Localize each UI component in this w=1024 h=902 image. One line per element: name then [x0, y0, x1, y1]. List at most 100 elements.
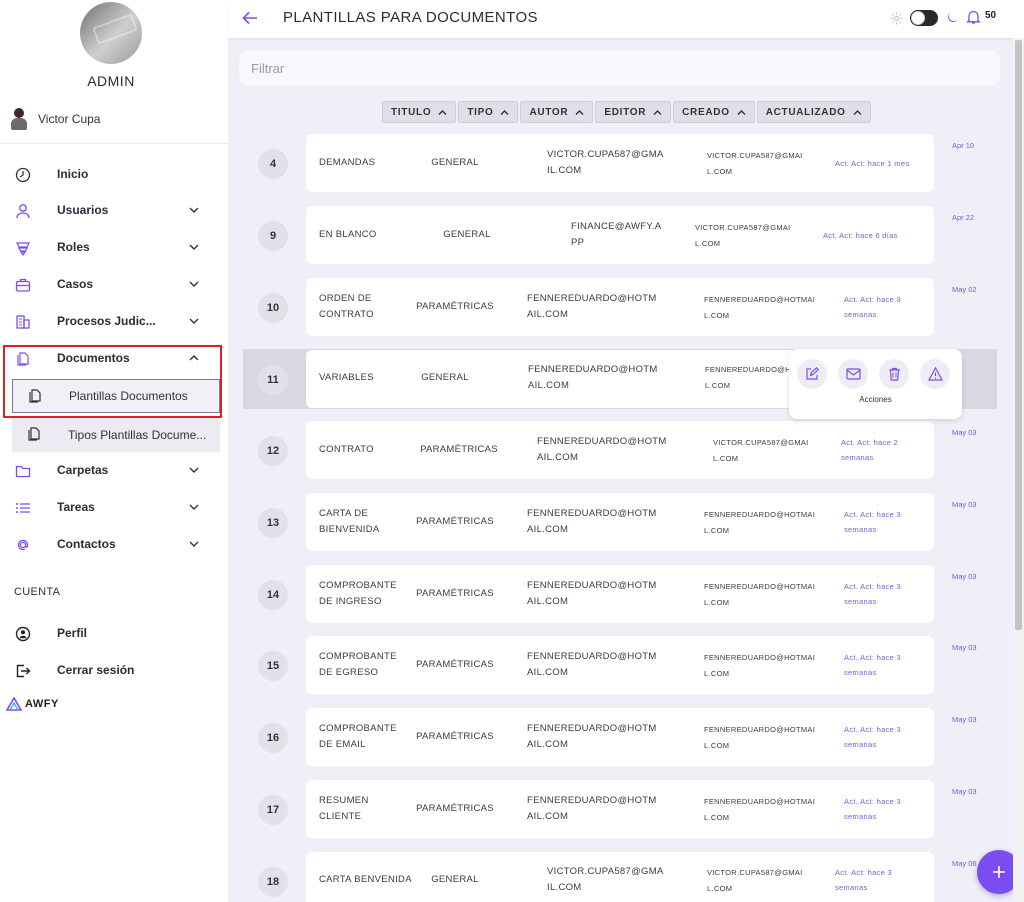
table-row[interactable]: 17 RESUMEN CLIENTE PARAMÉTRICAS FENNERED… [242, 779, 997, 839]
theme-toggle[interactable] [910, 10, 938, 26]
warning-button[interactable] [920, 359, 950, 389]
trash-icon [888, 367, 900, 381]
row-card[interactable]: CONTRATO PARAMÉTRICAS FENNEREDUARDO@HOTM… [306, 421, 934, 479]
row-card[interactable]: COMPROBANTE DE EMAIL PARAMÉTRICAS FENNER… [306, 708, 934, 766]
row-card[interactable]: ORDEN DE CONTRATO PARAMÉTRICAS FENNEREDU… [306, 278, 934, 336]
cell-title: COMPROBANTE DE EMAIL [319, 723, 397, 750]
scrollbar[interactable] [1013, 38, 1024, 902]
sub-item-tipos-plantillas[interactable]: Tipos Plantillas Docume... [12, 418, 220, 452]
warning-icon [927, 367, 943, 381]
sort-actualizado-button[interactable]: ACTUALIZADO [756, 101, 871, 123]
table-row[interactable]: 9 EN BLANCO GENERAL FINANCE@AWFY.APP VIC… [242, 205, 997, 265]
row-card[interactable]: COMPROBANTE DE INGRESO PARAMÉTRICAS FENN… [306, 565, 934, 623]
cell-autor: FENNEREDUARDO@HOTMAIL.COM [527, 723, 657, 750]
cell-tipo: PARAMÉTRICAS [416, 659, 494, 670]
nav-item-contactos[interactable]: Contactos [0, 527, 222, 561]
cell-updated: Act. Act: hace 3 semanas [844, 510, 901, 534]
table-row[interactable]: 10 ORDEN DE CONTRATO PARAMÉTRICAS FENNER… [242, 277, 997, 337]
cell-autor: FENNEREDUARDO@HOTMAIL.COM [527, 795, 657, 822]
cell-updated: Act. Act: hace 3 semanas [844, 725, 901, 749]
table-row[interactable]: 4 DEMANDAS GENERAL VICTOR.CUPA587@GMAIL.… [242, 133, 997, 193]
cell-editor: VICTOR.CUPA587@GMAIL.COM [707, 151, 803, 176]
nav-label: Contactos [57, 537, 116, 551]
row-card[interactable]: CARTA BENVENIDA GENERAL VICTOR.CUPA587@G… [306, 852, 934, 902]
cell-autor: FENNEREDUARDO@HOTMAIL.COM [537, 436, 667, 463]
row-number: 4 [258, 149, 288, 179]
chevron-down-icon[interactable] [187, 500, 201, 514]
cell-autor: FENNEREDUARDO@HOTMAIL.COM [527, 293, 657, 320]
cell-tipo: GENERAL [443, 229, 491, 240]
sort-creado-button[interactable]: CREADO [673, 101, 755, 123]
chevron-down-icon[interactable] [187, 463, 201, 477]
cell-autor: FENNEREDUARDO@HOTMAIL.COM [527, 508, 657, 535]
sub-item-label: Plantillas Documentos [69, 389, 188, 403]
nav-item-casos[interactable]: Casos [0, 267, 222, 301]
scrollbar-thumb[interactable] [1015, 40, 1022, 630]
row-card[interactable]: RESUMEN CLIENTE PARAMÉTRICAS FENNEREDUAR… [306, 780, 934, 838]
nav-label: Perfil [57, 626, 88, 640]
notification-count: 50 [985, 10, 997, 21]
nav-item-usuarios[interactable]: Usuarios [0, 193, 222, 227]
row-card[interactable]: CARTA DE BIENVENIDA PARAMÉTRICAS FENNERE… [306, 493, 934, 551]
profile-icon [14, 625, 32, 643]
chevron-down-icon[interactable] [187, 277, 201, 291]
delete-button[interactable] [879, 359, 909, 389]
sub-item-label: Tipos Plantillas Docume... [68, 428, 207, 442]
chevron-down-icon[interactable] [187, 314, 201, 328]
chevron-down-icon[interactable] [187, 537, 201, 551]
table-row[interactable]: 12 CONTRATO PARAMÉTRICAS FENNEREDUARDO@H… [242, 420, 997, 480]
table-row[interactable]: 15 COMPROBANTE DE EGRESO PARAMÉTRICAS FE… [242, 635, 997, 695]
main-content: PLANTILLAS PARA DOCUMENTOS 50 TITULO TIP… [228, 0, 1024, 902]
moon-icon [947, 12, 958, 23]
section-label-cuenta: CUENTA [14, 586, 61, 598]
row-date: May 03 [952, 428, 977, 437]
folder-icon [14, 462, 32, 480]
nav-item-perfil[interactable]: Perfil [0, 616, 222, 650]
role-label: ADMIN [87, 73, 135, 89]
nav-item-tareas[interactable]: Tareas [0, 490, 222, 524]
row-number: 16 [258, 723, 288, 753]
user-profile[interactable]: Victor Cupa [10, 108, 100, 130]
nav-item-cerrar-sesion[interactable]: Cerrar sesión [0, 653, 222, 687]
actions-label: Acciones [859, 395, 892, 404]
table-row[interactable]: 18 CARTA BENVENIDA GENERAL VICTOR.CUPA58… [242, 851, 997, 902]
list-icon [14, 499, 32, 517]
sort-editor-button[interactable]: EDITOR [595, 101, 672, 123]
chevron-up-icon[interactable] [187, 351, 201, 365]
table-row[interactable]: 14 COMPROBANTE DE INGRESO PARAMÉTRICAS F… [242, 564, 997, 624]
filter-input[interactable] [239, 50, 1000, 86]
table-row[interactable]: 16 COMPROBANTE DE EMAIL PARAMÉTRICAS FEN… [242, 707, 997, 767]
email-button[interactable] [838, 359, 868, 389]
filter-field[interactable] [239, 50, 1000, 86]
logo-icon [6, 697, 22, 711]
edit-button[interactable] [797, 359, 827, 389]
cell-tipo: PARAMÉTRICAS [416, 731, 494, 742]
cell-title: CONTRATO [319, 444, 374, 455]
sort-tipo-button[interactable]: TIPO [458, 101, 519, 123]
nav-item-roles[interactable]: Roles [0, 230, 222, 264]
cell-title: EN BLANCO [319, 229, 377, 240]
sort-autor-button[interactable]: AUTOR [520, 101, 594, 123]
row-card[interactable]: EN BLANCO GENERAL FINANCE@AWFY.APP VICTO… [306, 206, 934, 264]
sub-item-plantillas-documentos[interactable]: Plantillas Documentos [12, 379, 220, 413]
nav-item-procesos-judiciales[interactable]: Procesos Judic... [0, 304, 222, 338]
cell-editor: FENNEREDUARDO@HOTMAIL.COM [704, 295, 816, 320]
table-row[interactable]: 13 CARTA DE BIENVENIDA PARAMÉTRICAS FENN… [242, 492, 997, 552]
chevron-down-icon[interactable] [187, 240, 201, 254]
back-arrow-icon[interactable] [240, 8, 260, 28]
roles-icon [14, 239, 32, 257]
row-card[interactable]: COMPROBANTE DE EGRESO PARAMÉTRICAS FENNE… [306, 636, 934, 694]
nav-item-inicio[interactable]: Inicio [0, 157, 222, 191]
cell-title: COMPROBANTE DE INGRESO [319, 580, 397, 607]
topbar: PLANTILLAS PARA DOCUMENTOS 50 [228, 0, 1024, 38]
row-date: May 03 [952, 787, 977, 796]
chevron-down-icon[interactable] [187, 203, 201, 217]
nav-item-documentos[interactable]: Documentos [0, 341, 222, 375]
bell-icon[interactable] [966, 9, 981, 25]
nav-item-carpetas[interactable]: Carpetas [0, 453, 222, 487]
sort-titulo-button[interactable]: TITULO [382, 101, 457, 123]
row-date: May 03 [952, 500, 977, 509]
row-card[interactable]: DEMANDAS GENERAL VICTOR.CUPA587@GMAIL.CO… [306, 134, 934, 192]
row-date: Apr 10 [952, 141, 975, 150]
chevron-up-icon [575, 109, 584, 115]
